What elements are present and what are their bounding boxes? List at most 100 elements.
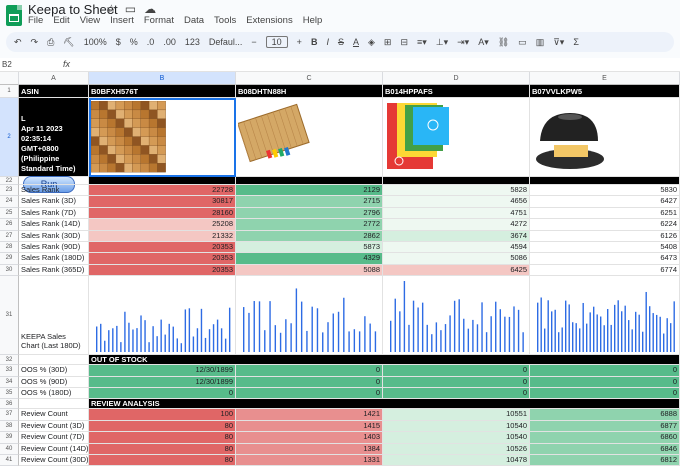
review-value[interactable]: 10526 [383,443,530,455]
row-header[interactable]: 27 [0,230,19,242]
more-formats-button[interactable]: 123 [185,37,200,47]
oos-value[interactable]: 0 [383,376,530,388]
move-folder-icon[interactable]: ▭ [125,2,144,16]
header-cell-d[interactable]: B014HPPAFS [383,85,530,98]
sales-rank-value[interactable]: 3674 [383,230,530,242]
oos-label[interactable]: OOS % (90D) [19,376,89,388]
rotate-icon[interactable]: A▾ [478,37,489,48]
section-title[interactable]: OUT OF STOCK [89,355,680,366]
section-spacer[interactable] [19,355,89,366]
row-header[interactable]: 22 [0,177,19,185]
section-spacer[interactable] [19,399,89,410]
review-value[interactable]: 80 [89,432,236,444]
review-value[interactable]: 10551 [383,409,530,421]
review-label[interactable]: Review Count (14D) [19,443,89,455]
column-header-c[interactable]: C [236,72,383,85]
row-header[interactable]: 24 [0,196,19,208]
review-value[interactable]: 10540 [383,420,530,433]
sheets-logo-icon[interactable] [6,5,22,26]
sales-rank-label[interactable]: Sales Rank (180D) [19,253,89,265]
valign-icon[interactable]: ⊥▾ [436,37,448,48]
merge-cells-icon[interactable]: ⊟ [400,37,408,48]
sales-rank-value[interactable]: 5828 [383,185,530,197]
header-cell-e[interactable]: B07VVLKPW5 [530,85,680,98]
row-22-band[interactable] [383,177,530,185]
sales-rank-value[interactable]: 22728 [89,185,236,197]
row-header[interactable]: 33 [0,365,19,377]
row-header[interactable]: 28 [0,242,19,254]
review-value[interactable]: 80 [89,455,236,467]
oos-value[interactable]: 0 [89,388,236,400]
review-value[interactable]: 100 [89,409,236,421]
sales-rank-value[interactable]: 4272 [383,219,530,231]
row-header[interactable]: 38 [0,420,19,433]
row-header[interactable]: 32 [0,355,19,366]
row-header[interactable]: 30 [0,264,19,277]
menu-format[interactable]: Format [144,15,174,26]
sales-rank-value[interactable]: 20353 [89,253,236,265]
row-header[interactable]: 2 [0,98,19,177]
review-value[interactable]: 1384 [236,443,383,455]
sales-rank-value[interactable]: 2129 [236,185,383,197]
review-value[interactable]: 1331 [236,455,383,467]
section-title[interactable]: REVIEW ANALYSIS [89,399,680,410]
oos-value[interactable]: 0 [236,376,383,388]
review-value[interactable]: 6877 [530,420,680,433]
review-value[interactable]: 10478 [383,455,530,467]
sales-rank-value[interactable]: 6126 [530,230,680,242]
sales-rank-value[interactable]: 4751 [383,207,530,220]
review-value[interactable]: 6846 [530,443,680,455]
sales-rank-value[interactable]: 20353 [89,242,236,254]
oos-label[interactable]: OOS % (180D) [19,388,89,400]
strikethrough-button[interactable]: S [338,37,344,47]
increase-decimal-button[interactable]: .00 [163,37,176,47]
header-cell-c[interactable]: B08DHTN88H [236,85,383,98]
redo-icon[interactable]: ↷ [31,37,39,48]
header-cell-b[interactable]: B0BFXH576T [89,85,236,98]
sales-rank-label[interactable]: Sales Rank (365D) [19,264,89,277]
review-value[interactable]: 6812 [530,455,680,467]
fill-color-icon[interactable]: ◈ [368,37,375,48]
oos-value[interactable]: 0 [236,388,383,400]
filter-icon[interactable]: ⊽▾ [553,37,564,48]
review-label[interactable]: Review Count (3D) [19,420,89,433]
currency-button[interactable]: $ [116,37,121,47]
sales-rank-value[interactable]: 4594 [383,242,530,254]
oos-value[interactable]: 12/30/1899 [89,365,236,377]
sales-rank-value[interactable]: 4656 [383,196,530,208]
menu-edit[interactable]: Edit [53,15,69,26]
oos-value[interactable]: 0 [530,388,680,400]
wrap-icon[interactable]: ⇥▾ [457,37,469,48]
sales-rank-value[interactable]: 2862 [236,230,383,242]
sales-rank-label[interactable]: Sales Rank (3D) [19,196,89,208]
sales-rank-value[interactable]: 6774 [530,264,680,277]
column-header-a[interactable]: A [19,72,89,85]
review-label[interactable]: Review Count (7D) [19,432,89,444]
menu-view[interactable]: View [80,15,100,26]
sales-rank-value[interactable]: 21332 [89,230,236,242]
font-select[interactable]: Defaul... [209,37,243,47]
corner-cell[interactable] [0,72,19,85]
sales-rank-value[interactable]: 5830 [530,185,680,197]
row-header[interactable]: 40 [0,443,19,455]
sales-rank-value[interactable]: 6473 [530,253,680,265]
row-22-band[interactable] [530,177,680,185]
sales-rank-value[interactable]: 6425 [383,264,530,277]
menu-file[interactable]: File [28,15,43,26]
row-header[interactable]: 25 [0,207,19,220]
review-value[interactable]: 1403 [236,432,383,444]
row-header[interactable]: 23 [0,185,19,197]
row-header[interactable]: 35 [0,388,19,400]
column-header-d[interactable]: D [383,72,530,85]
sales-rank-value[interactable]: 6251 [530,207,680,220]
sales-rank-value[interactable]: 2772 [236,219,383,231]
row-22-label[interactable] [19,177,89,185]
review-value[interactable]: 1421 [236,409,383,421]
row-header[interactable]: 34 [0,376,19,388]
date-cell[interactable]: L Apr 11 2023 02:35:14 GMT+0800 (Philippine S… [19,98,89,177]
review-value[interactable]: 80 [89,443,236,455]
paint-format-icon[interactable]: ⛏ [63,37,74,48]
oos-label[interactable]: OOS % (30D) [19,365,89,377]
sales-rank-value[interactable]: 5086 [383,253,530,265]
row-header[interactable]: 1 [0,85,19,98]
